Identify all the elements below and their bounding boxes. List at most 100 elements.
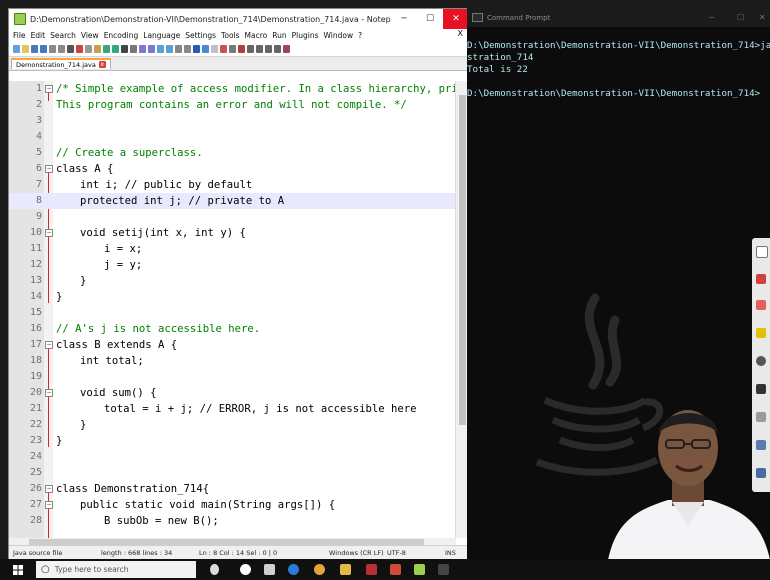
cortana-icon[interactable]: [240, 564, 251, 575]
line-number: 1: [35, 83, 42, 94]
find-icon[interactable]: [121, 45, 128, 53]
menu-edit[interactable]: Edit: [31, 31, 46, 40]
doc-map-icon[interactable]: [211, 45, 218, 53]
line-number: 23: [29, 435, 42, 446]
line-number: 7: [35, 179, 42, 190]
minimize-button[interactable]: ─: [391, 9, 417, 29]
line-number: 13: [29, 275, 42, 286]
menu-view[interactable]: View: [81, 31, 99, 40]
indent-guide-icon[interactable]: [193, 45, 200, 53]
menu-plugins[interactable]: Plugins: [292, 31, 319, 40]
tab-close-icon[interactable]: x: [98, 61, 106, 68]
file-explorer-icon[interactable]: [340, 564, 351, 575]
line-number: 25: [29, 467, 42, 478]
code-line-current: 8 protected int j; // private to A: [9, 193, 456, 209]
code-line: 19: [9, 369, 456, 385]
save-icon[interactable]: [31, 45, 38, 53]
code-editor[interactable]: − − − − − − − 1/* Simple example of acce…: [9, 81, 456, 538]
code-line: 5 // Create a superclass.: [9, 145, 456, 161]
replace-icon[interactable]: [130, 45, 137, 53]
sync-v-icon[interactable]: [157, 45, 164, 53]
wrap-icon[interactable]: [175, 45, 182, 53]
print-icon[interactable]: [67, 45, 74, 53]
stop-macro-icon[interactable]: [247, 45, 254, 53]
copy-icon[interactable]: [85, 45, 92, 53]
run-macro-multiple-icon[interactable]: [265, 45, 272, 53]
play-macro-icon[interactable]: [256, 45, 263, 53]
scroll-thumb[interactable]: [459, 95, 466, 425]
code-text: total = i + j; // ERROR, j is not access…: [104, 403, 417, 415]
close-file-icon[interactable]: [49, 45, 56, 53]
pen-toolbox-icon[interactable]: [756, 246, 768, 258]
line-number: 9: [35, 211, 42, 222]
function-list-icon[interactable]: [220, 45, 227, 53]
red-pen-icon[interactable]: [756, 274, 766, 284]
cmd-maximize-button[interactable]: ☐: [737, 13, 744, 22]
cmd-taskbar-icon[interactable]: [438, 564, 449, 575]
code-text: int total;: [80, 355, 144, 367]
code-text: }: [56, 291, 63, 303]
menu-tools[interactable]: Tools: [221, 31, 239, 40]
task-view-icon[interactable]: [264, 564, 275, 575]
tab-demonstration-714[interactable]: Demonstration_714.java x: [11, 58, 111, 69]
menu-language[interactable]: Language: [143, 31, 180, 40]
menu-run[interactable]: Run: [272, 31, 286, 40]
zoom-out-icon[interactable]: [148, 45, 155, 53]
pointer-icon[interactable]: [756, 356, 766, 366]
maximize-button[interactable]: ☐: [417, 9, 443, 29]
paste-icon[interactable]: [94, 45, 101, 53]
edge-icon[interactable]: [288, 564, 299, 575]
code-line: 18 int total;: [9, 353, 456, 369]
cut-icon[interactable]: [76, 45, 83, 53]
powerpoint-icon[interactable]: [366, 564, 377, 575]
cmd-close-button[interactable]: ✕: [759, 13, 766, 22]
show-all-icon[interactable]: [184, 45, 191, 53]
zoom-in-icon[interactable]: [139, 45, 146, 53]
code-line: 7 int i; // public by default: [9, 177, 456, 193]
microphone-icon[interactable]: [210, 564, 219, 575]
menu-encoding[interactable]: Encoding: [104, 31, 139, 40]
undo-icon[interactable]: [103, 45, 110, 53]
save-all-icon[interactable]: [40, 45, 47, 53]
taskbar-search-input[interactable]: ○ Type here to search: [36, 561, 196, 578]
menu-settings[interactable]: Settings: [185, 31, 216, 40]
code-line: 11 i = x;: [9, 241, 456, 257]
menu-window[interactable]: Window: [324, 31, 354, 40]
menu-help[interactable]: ?: [358, 31, 362, 40]
notepad-plus-plus-window: D:\Demonstration\Demonstration-VII\Demon…: [8, 8, 470, 561]
close-button[interactable]: ✕: [443, 9, 469, 29]
redo-icon[interactable]: [112, 45, 119, 53]
record-macro-icon[interactable]: [238, 45, 245, 53]
line-number: 27: [29, 499, 42, 510]
folder-workspace-icon[interactable]: [229, 45, 236, 53]
highlighter-icon[interactable]: [756, 328, 766, 338]
new-file-icon[interactable]: [13, 45, 20, 53]
code-line: 16 // A's j is not accessible here.: [9, 321, 456, 337]
line-number: 2: [35, 99, 42, 110]
plugin-icon[interactable]: [283, 45, 290, 53]
pencil-icon[interactable]: [756, 384, 766, 394]
cmd-minimize-button[interactable]: ─: [709, 13, 714, 22]
line-number: 4: [35, 131, 42, 142]
chrome-icon[interactable]: [314, 564, 325, 575]
code-line: 24: [9, 449, 456, 465]
save-macro-icon[interactable]: [274, 45, 281, 53]
menu-macro[interactable]: Macro: [245, 31, 268, 40]
status-position: Ln : 8 Col : 14 Sel : 0 | 0: [199, 549, 278, 557]
line-number: 28: [29, 515, 42, 526]
lang-icon[interactable]: [202, 45, 209, 53]
close-all-icon[interactable]: [58, 45, 65, 53]
cmd-output[interactable]: D:\Demonstration\Demonstration-VII\Demon…: [467, 27, 770, 100]
notepadplusplus-taskbar-icon[interactable]: [414, 564, 425, 575]
acrobat-icon[interactable]: [390, 564, 401, 575]
menu-search[interactable]: Search: [50, 31, 76, 40]
menu-file[interactable]: File: [13, 31, 26, 40]
sync-h-icon[interactable]: [166, 45, 173, 53]
search-icon: ○: [41, 564, 50, 575]
toolbar: [9, 42, 469, 57]
line-number: 8: [35, 195, 42, 206]
windows-start-icon[interactable]: [13, 565, 23, 575]
close-document-icon[interactable]: X: [458, 29, 463, 38]
open-file-icon[interactable]: [22, 45, 29, 53]
eraser-icon[interactable]: [756, 300, 766, 310]
